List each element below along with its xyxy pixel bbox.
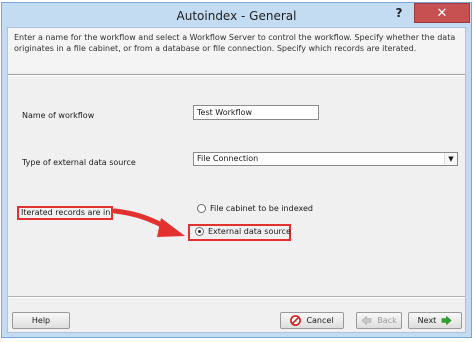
- help-button[interactable]: Help: [12, 312, 70, 329]
- close-icon: ✕: [436, 5, 448, 21]
- annotation-arrow: [113, 208, 185, 237]
- option-external-data-source[interactable]: External data source: [195, 227, 291, 236]
- workflow-name-label: Name of workflow: [22, 111, 95, 120]
- option-file-cabinet[interactable]: File cabinet to be indexed: [197, 204, 313, 213]
- workflow-name-input[interactable]: Test Workflow: [193, 105, 319, 120]
- arrow-left-icon: [361, 315, 372, 326]
- description-text: Enter a name for the workflow and select…: [8, 28, 465, 72]
- external-source-radio-label: External data source: [208, 227, 291, 236]
- cancel-button-label: Cancel: [306, 316, 334, 325]
- file-cabinet-radio[interactable]: [197, 204, 206, 213]
- arrow-shaft: [113, 208, 170, 231]
- dialog-window: Autoindex - General ? ✕ Enter a name for…: [1, 2, 472, 338]
- file-cabinet-radio-label: File cabinet to be indexed: [210, 204, 313, 213]
- iterated-records-label: Iterated records are in: [21, 208, 111, 217]
- header-divider: [8, 74, 465, 76]
- footer-divider: [8, 296, 465, 298]
- back-button-label: Back: [377, 316, 397, 325]
- data-source-type-select[interactable]: File Connection ▼: [193, 152, 458, 166]
- external-source-radio[interactable]: [195, 227, 204, 236]
- next-button[interactable]: Next: [408, 312, 462, 329]
- help-title-button[interactable]: ?: [386, 3, 412, 23]
- data-source-type-label: Type of external data source: [22, 158, 136, 167]
- arrow-right-icon: [441, 315, 452, 326]
- close-button[interactable]: ✕: [414, 3, 470, 23]
- dropdown-arrow-icon[interactable]: ▼: [444, 153, 457, 165]
- back-button[interactable]: Back: [356, 312, 402, 329]
- help-button-label: Help: [31, 316, 51, 325]
- arrow-head: [157, 218, 185, 237]
- cancel-circle-icon: [290, 315, 302, 326]
- data-source-type-value: File Connection: [197, 154, 259, 163]
- title-bar: Autoindex - General ? ✕: [2, 3, 471, 27]
- next-button-label: Next: [417, 316, 437, 325]
- cancel-button[interactable]: Cancel: [280, 312, 344, 329]
- dialog-content: Enter a name for the workflow and select…: [7, 27, 466, 333]
